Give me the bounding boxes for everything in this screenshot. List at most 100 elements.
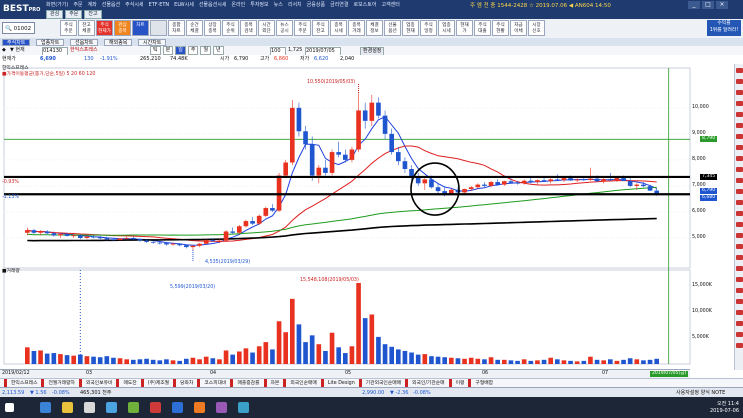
toolbar-button[interactable]: 차트 bbox=[132, 20, 149, 36]
drawing-tool-icon[interactable] bbox=[736, 244, 743, 249]
toolbar-button[interactable]: 순간 체결 bbox=[186, 20, 203, 36]
stock-chart-svg[interactable] bbox=[0, 64, 734, 370]
tab-5[interactable]: 시간차트 bbox=[138, 39, 167, 46]
menu-item[interactable]: 선물옵션 bbox=[102, 2, 120, 8]
drawing-tool-icon[interactable] bbox=[736, 200, 743, 205]
system-tray-clock[interactable]: 오전 11:4 2019-07-06 bbox=[710, 401, 739, 415]
drawing-tool-icon[interactable] bbox=[736, 255, 743, 260]
menu-item[interactable]: 뉴스 bbox=[274, 2, 283, 8]
toolbar-button[interactable]: 종합 차트 bbox=[168, 20, 185, 36]
quick-tab[interactable]: 관심 bbox=[46, 10, 64, 19]
screen-search-input[interactable]: 🔍 01002 bbox=[2, 22, 35, 34]
toolbar-button[interactable]: 시간 외단 bbox=[258, 20, 275, 36]
store-icon[interactable] bbox=[84, 402, 95, 413]
tab-2[interactable]: 업종차트 bbox=[36, 39, 65, 46]
toolbar-button[interactable]: 업종 시세 bbox=[438, 20, 455, 36]
app-icon-2[interactable] bbox=[150, 402, 161, 413]
drawing-tool-icon[interactable] bbox=[736, 266, 743, 271]
period-button[interactable]: 월 bbox=[200, 46, 212, 55]
drawing-tool-icon[interactable] bbox=[736, 178, 743, 183]
toolbar-button[interactable]: 잔고 체결 bbox=[78, 20, 95, 36]
menu-item[interactable]: 금리연결 bbox=[330, 2, 348, 8]
drawing-tool-icon[interactable] bbox=[736, 101, 743, 106]
quick-tab[interactable]: 주문 bbox=[65, 10, 83, 19]
market-select[interactable]: ▼ 현재 bbox=[10, 46, 25, 55]
stock-name[interactable]: 한익스프레스 bbox=[70, 46, 98, 55]
toolbar-button[interactable]: 상장 종목 bbox=[204, 20, 221, 36]
period-button[interactable]: 틱 bbox=[150, 46, 161, 55]
menu-item[interactable]: 고객센터 bbox=[381, 2, 399, 8]
drawing-tool-icon[interactable] bbox=[736, 167, 743, 172]
maximize-button[interactable]: □ bbox=[702, 1, 714, 9]
drawing-tool-icon[interactable] bbox=[736, 233, 743, 238]
toolbar-button[interactable]: 주식 현황 bbox=[492, 20, 509, 36]
drawing-tool-icon[interactable] bbox=[736, 134, 743, 139]
toolbar-button[interactable]: 주식 순위 bbox=[222, 20, 239, 36]
drawing-tool-icon[interactable] bbox=[736, 310, 743, 315]
menu-item[interactable]: ELW시세 bbox=[174, 2, 194, 8]
period-button[interactable]: 일 bbox=[175, 46, 186, 55]
drawing-tool-icon[interactable] bbox=[736, 112, 743, 117]
drawing-tool-icon[interactable] bbox=[736, 156, 743, 161]
toolbar-button[interactable]: 선물 옵션 bbox=[384, 20, 401, 36]
drawing-tool-icon[interactable] bbox=[736, 123, 743, 128]
app-icon-3[interactable] bbox=[172, 402, 183, 413]
toolbar-button[interactable] bbox=[150, 20, 167, 36]
period-button[interactable]: 주 bbox=[187, 46, 199, 55]
menu-item[interactable]: 화면(가기) bbox=[46, 2, 68, 8]
promo-banner[interactable]: 수익률 1위를 달려라! bbox=[707, 20, 741, 36]
toolbar-button[interactable]: 자금 이체 bbox=[510, 20, 527, 36]
period-button[interactable]: 분 bbox=[162, 46, 174, 55]
drawing-tool-icon[interactable] bbox=[736, 211, 743, 216]
toolbar-button[interactable]: 주식 일정 bbox=[420, 20, 437, 36]
app-icon-4[interactable] bbox=[194, 402, 205, 413]
app-icon-1[interactable] bbox=[128, 402, 139, 413]
best-pro-app-icon[interactable] bbox=[238, 402, 249, 413]
toolbar-button[interactable]: 종목 시세 bbox=[330, 20, 347, 36]
toolbar-button[interactable]: 업종 현재 bbox=[402, 20, 419, 36]
edge-icon[interactable] bbox=[40, 402, 51, 413]
toolbar-button[interactable]: 체결 정보 bbox=[366, 20, 383, 36]
drawing-tool-icon[interactable] bbox=[736, 321, 743, 326]
toolbar-button[interactable]: 주식 잔고 bbox=[312, 20, 329, 36]
menu-item[interactable]: 로보스토어 bbox=[353, 2, 376, 8]
drawing-tool-icon[interactable] bbox=[736, 68, 743, 73]
menu-item[interactable]: 투자정보 bbox=[250, 2, 268, 8]
menu-item[interactable]: ETF·ETN bbox=[149, 2, 170, 8]
toolbar-button[interactable]: 종목 검색 bbox=[240, 20, 257, 36]
drawing-tool-icon[interactable] bbox=[736, 90, 743, 95]
menu-item[interactable]: 선물옵션시세 bbox=[199, 2, 227, 8]
toolbar-button[interactable]: 현재 가 bbox=[456, 20, 473, 36]
tab-4[interactable]: 해외종목 bbox=[104, 39, 133, 46]
menu-item[interactable]: 주문 bbox=[73, 2, 82, 8]
menu-item[interactable]: 주식시세 bbox=[125, 2, 143, 8]
toolbar-button[interactable]: 주식 주문 bbox=[294, 20, 311, 36]
toolbar-button[interactable]: 주식 현재가 bbox=[96, 20, 113, 36]
drawing-tool-icon[interactable] bbox=[736, 299, 743, 304]
toolbar-button[interactable]: 관심 종목 bbox=[114, 20, 131, 36]
drawing-tool-icon[interactable] bbox=[736, 222, 743, 227]
menu-item[interactable]: 금융상품 bbox=[307, 2, 325, 8]
drawing-tool-icon[interactable] bbox=[736, 189, 743, 194]
toolbar-button[interactable]: 시장 신호 bbox=[528, 20, 545, 36]
drawing-tool-icon[interactable] bbox=[736, 288, 743, 293]
minimize-button[interactable]: _ bbox=[688, 1, 700, 9]
app-icon-5[interactable] bbox=[216, 402, 227, 413]
menu-item[interactable]: 온라인 bbox=[231, 2, 245, 8]
drawing-tools-sidebar[interactable] bbox=[734, 64, 743, 370]
toolbar-button[interactable]: 주식 대출 bbox=[474, 20, 491, 36]
folder-icon[interactable] bbox=[62, 402, 73, 413]
windows-start-icon[interactable] bbox=[5, 403, 14, 412]
menu-item[interactable]: 리서치 bbox=[288, 2, 302, 8]
menu-item[interactable]: 계좌 bbox=[88, 2, 97, 8]
drawing-tool-icon[interactable] bbox=[736, 79, 743, 84]
toolbar-button[interactable]: 주식 주문 bbox=[60, 20, 77, 36]
tab-3[interactable]: 선옵차트 bbox=[70, 39, 99, 46]
drawing-tool-icon[interactable] bbox=[736, 145, 743, 150]
drawing-tool-icon[interactable] bbox=[736, 332, 743, 337]
tab-1[interactable]: 주식차트 bbox=[2, 39, 31, 46]
chart-area[interactable]: 한익스프레스 ■가격이동평균(종가,단순,5일) 5 20 60 120 ■거래… bbox=[0, 64, 734, 370]
close-button[interactable]: × bbox=[716, 1, 728, 9]
quick-tab[interactable]: 잔고 bbox=[84, 10, 102, 19]
toolbar-button[interactable]: 뉴스 공시 bbox=[276, 20, 293, 36]
